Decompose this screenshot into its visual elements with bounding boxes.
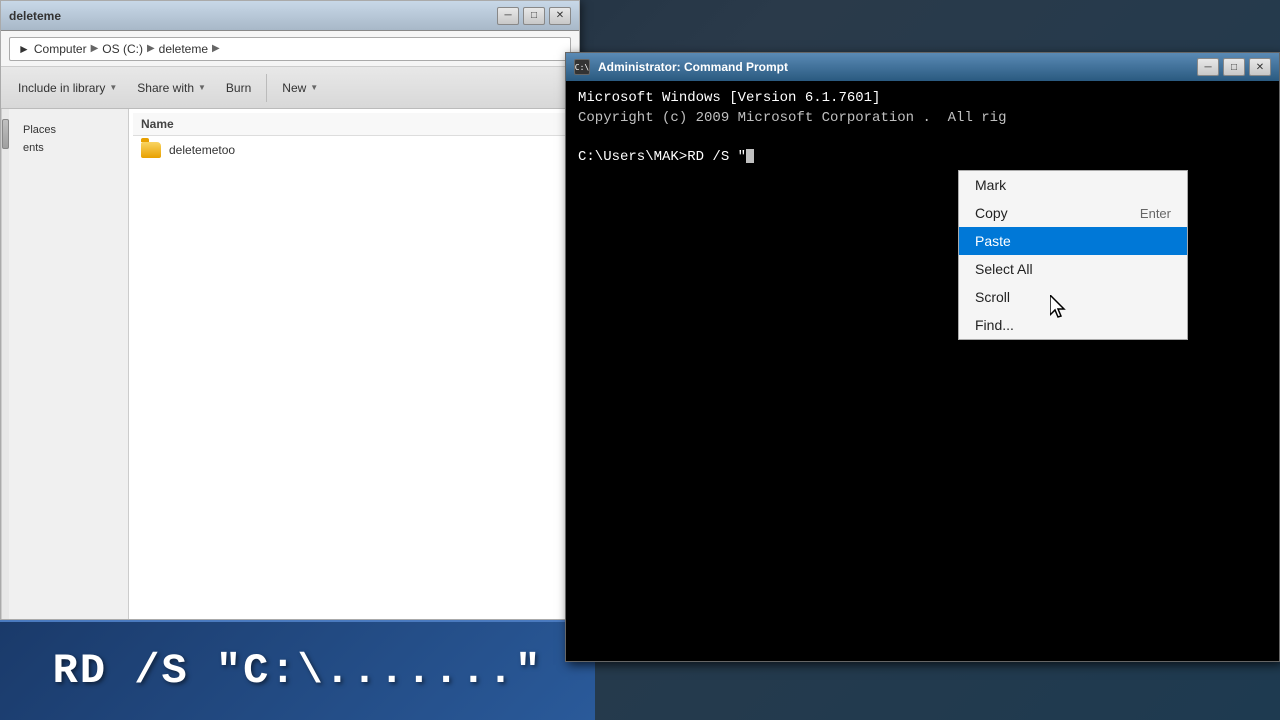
sidebar-item-ents[interactable]: ents [17,139,120,157]
cmd-cursor [746,149,754,163]
cmd-minimize-button[interactable]: ─ [1197,58,1219,76]
folder-icon [141,142,161,158]
new-folder-button[interactable]: New ▼ [273,72,327,104]
cmd-maximize-button[interactable]: □ [1223,58,1245,76]
context-menu-item-scroll[interactable]: Scroll [959,283,1187,311]
context-menu-mark-label: Mark [975,177,1006,193]
burn-button[interactable]: Burn [217,72,260,104]
sidebar-favorites: Places ents [9,117,128,161]
explorer-titlebar: deleteme ─ □ ✕ [1,1,579,31]
toolbar-divider [266,74,267,102]
cmd-window[interactable]: C:\ Administrator: Command Prompt ─ □ ✕ … [565,52,1280,662]
context-menu-find-label: Find... [975,317,1014,333]
breadcrumb-sep2: ▶ [147,43,155,54]
context-menu-item-paste[interactable]: Paste [959,227,1187,255]
share-with-label: Share with [137,81,194,95]
maximize-button[interactable]: □ [523,7,545,25]
cmd-title: Administrator: Command Prompt [598,60,788,74]
sidebar-item-places[interactable]: Places [17,121,120,139]
share-with-button[interactable]: Share with ▼ [128,72,215,104]
file-name: deletemetoo [169,143,235,157]
breadcrumb[interactable]: ► Computer ▶ OS (C:) ▶ deleteme ▶ [9,37,571,61]
sidebar-scroll-thumb[interactable] [2,119,9,149]
explorer-controls: ─ □ ✕ [497,7,571,25]
context-menu-item-selectall[interactable]: Select All [959,255,1187,283]
context-menu: Mark Copy Enter Paste Select All Scroll … [958,170,1188,340]
new-folder-label: New [282,81,306,95]
context-menu-copy-shortcut: Enter [1140,206,1171,221]
cmd-close-button[interactable]: ✕ [1249,58,1271,76]
context-menu-scroll-label: Scroll [975,289,1010,305]
breadcrumb-computer: ► [18,42,30,56]
breadcrumb-drive: OS (C:) [102,42,143,56]
cmd-title-left: C:\ Administrator: Command Prompt [574,59,788,75]
cmd-titlebar: C:\ Administrator: Command Prompt ─ □ ✕ [566,53,1279,81]
breadcrumb-sep1: ▶ [91,43,99,54]
list-item[interactable]: deletemetoo [133,136,575,164]
share-with-arrow: ▼ [198,83,206,92]
explorer-title: deleteme [9,9,61,23]
breadcrumb-folder: deleteme [159,42,208,56]
context-menu-item-copy[interactable]: Copy Enter [959,199,1187,227]
desktop: deleteme ─ □ ✕ ► Computer ▶ OS (C:) ▶ de… [0,0,1280,720]
sidebar: Places ents [9,109,129,619]
cmd-line-1: Microsoft Windows [Version 6.1.7601] [578,89,1267,109]
include-library-button[interactable]: Include in library ▼ [9,72,126,104]
context-menu-paste-label: Paste [975,233,1011,249]
file-area: Name deletemetoo [129,109,579,619]
cmd-icon: C:\ [574,59,590,75]
overlay-command-text: RD /S "C:\......." [53,647,543,695]
cmd-content[interactable]: Microsoft Windows [Version 6.1.7601] Cop… [566,81,1279,661]
cmd-controls: ─ □ ✕ [1197,58,1271,76]
include-library-label: Include in library [18,81,105,95]
explorer-toolbar: Include in library ▼ Share with ▼ Burn N… [1,67,579,109]
context-menu-selectall-label: Select All [975,261,1033,277]
file-list-header: Name [133,113,575,136]
cmd-line-prompt: C:\Users\MAK>RD /S " [578,148,1267,168]
include-library-arrow: ▼ [109,83,117,92]
bottom-overlay: RD /S "C:\......." [0,620,595,720]
cmd-line-blank [578,128,1267,148]
explorer-window: deleteme ─ □ ✕ ► Computer ▶ OS (C:) ▶ de… [0,0,580,620]
sidebar-ents-label: ents [23,142,44,154]
address-bar: ► Computer ▶ OS (C:) ▶ deleteme ▶ [1,31,579,67]
sidebar-scrollbar[interactable] [1,109,9,619]
column-name: Name [141,117,174,131]
new-folder-arrow: ▼ [310,83,318,92]
context-menu-copy-label: Copy [975,205,1008,221]
breadcrumb-end-arrow: ▶ [212,43,220,54]
context-menu-item-find[interactable]: Find... [959,311,1187,339]
close-button[interactable]: ✕ [549,7,571,25]
sidebar-places-label: Places [23,124,56,136]
cmd-line-2: Copyright (c) 2009 Microsoft Corporation… [578,109,1267,129]
minimize-button[interactable]: ─ [497,7,519,25]
breadcrumb-computer-label: Computer [34,42,87,56]
burn-label: Burn [226,81,251,95]
explorer-content: Places ents Name deletemetoo [1,109,579,619]
context-menu-item-mark[interactable]: Mark [959,171,1187,199]
